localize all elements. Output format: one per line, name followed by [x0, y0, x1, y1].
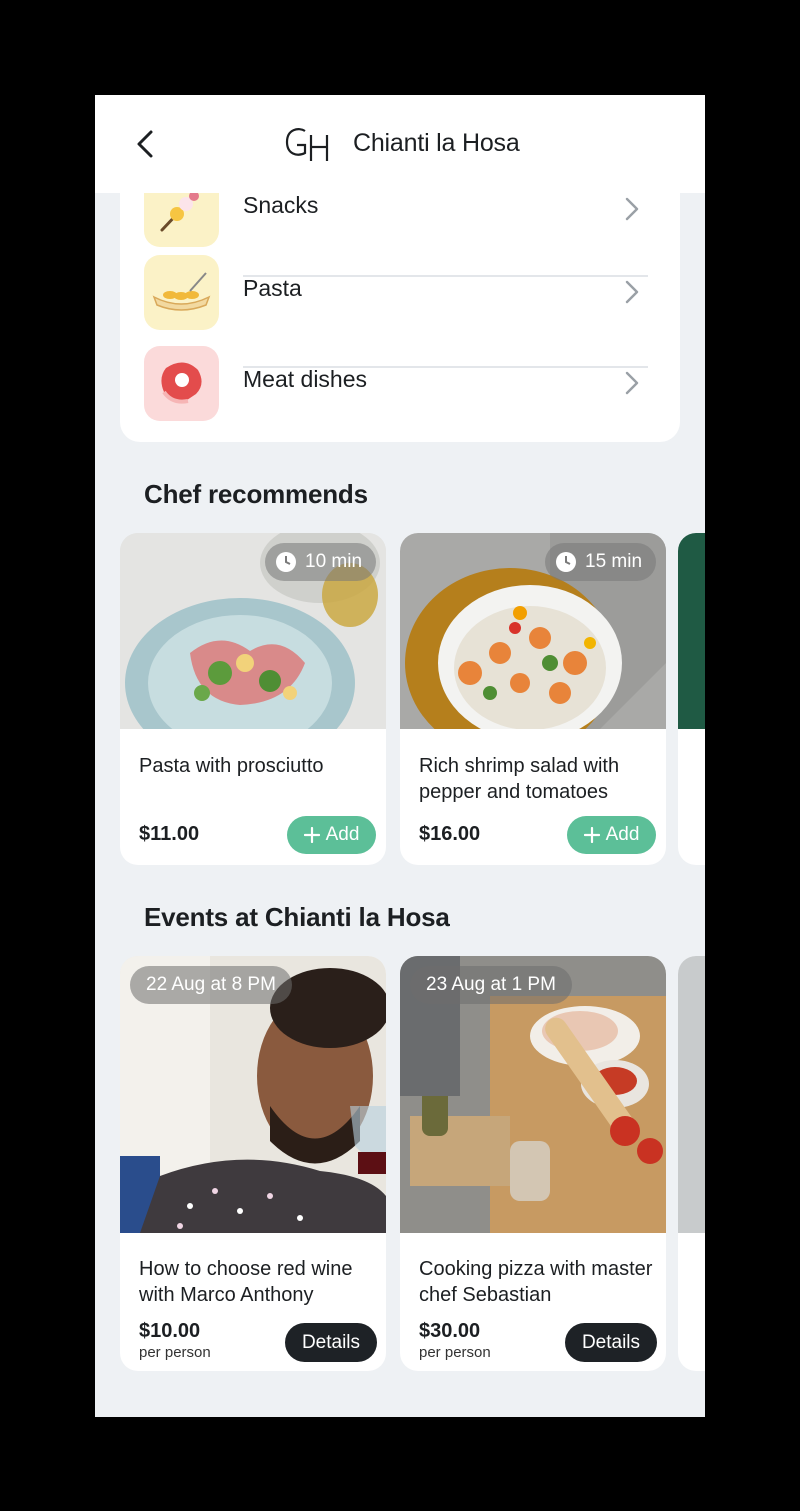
chef-recommends-heading: Chef recommends: [144, 479, 368, 509]
clock-icon: [556, 552, 576, 572]
dish-card[interactable]: 10 min Pasta with prosciutto $11.00 Add: [120, 533, 386, 865]
events-heading: Events at Chianti la Hosa: [144, 902, 450, 932]
category-label: Pasta: [243, 275, 302, 301]
prep-time: 10 min: [305, 551, 363, 572]
chevron-left-icon: [137, 130, 153, 158]
price-unit: per person: [139, 1344, 211, 1361]
prep-time-badge: 10 min: [265, 543, 377, 581]
app-screen: Chianti la Hosa Snacks Pasta Meat dishes…: [95, 95, 705, 1417]
dish-photo: [678, 533, 705, 729]
steak-icon: [144, 346, 219, 421]
event-date-badge: 23 Aug at 1 PM: [410, 966, 572, 1004]
event-price: $30.00: [419, 1320, 481, 1342]
top-bar: Chianti la Hosa: [95, 95, 705, 193]
back-button[interactable]: [131, 125, 161, 163]
add-label: Add: [325, 824, 360, 845]
event-card[interactable]: 23 Aug at 1 PM Cooking pizza with master…: [400, 956, 666, 1371]
category-item-pasta[interactable]: Pasta: [120, 247, 680, 338]
event-card-partial[interactable]: [678, 956, 705, 1371]
chevron-right-icon: [625, 280, 639, 304]
event-name: How to choose red wine with Marco Anthon…: [139, 1258, 353, 1306]
restaurant-name: Chianti la Hosa: [353, 129, 520, 157]
dish-name: Pasta with prosciutto: [139, 755, 324, 777]
prep-time-badge: 15 min: [545, 543, 657, 581]
pasta-dish-icon: [144, 255, 219, 330]
event-price: $10.00: [139, 1320, 201, 1342]
dish-price: $16.00: [419, 823, 481, 845]
dish-name: Rich shrimp salad with pepper and tomato…: [419, 755, 620, 803]
details-button[interactable]: Details: [285, 1323, 377, 1362]
chevron-right-icon: [625, 197, 639, 221]
event-date-badge: 22 Aug at 8 PM: [130, 966, 292, 1004]
dish-card-partial[interactable]: [678, 533, 705, 865]
chevron-right-icon: [625, 371, 639, 395]
event-name: Cooking pizza with master chef Sebastian: [419, 1258, 653, 1306]
event-card[interactable]: 22 Aug at 8 PM How to choose red wine wi…: [120, 956, 386, 1371]
add-label: Add: [605, 824, 640, 845]
category-label: Snacks: [243, 192, 319, 218]
clock-icon: [276, 552, 296, 572]
plus-icon: [303, 827, 320, 843]
category-item-meat-dishes[interactable]: Meat dishes: [120, 338, 680, 429]
add-to-cart-button[interactable]: Add: [567, 816, 656, 854]
restaurant-logo: [285, 128, 329, 161]
add-to-cart-button[interactable]: Add: [287, 816, 376, 854]
category-label: Meat dishes: [243, 366, 368, 392]
dish-card[interactable]: 15 min Rich shrimp salad with pepper and…: [400, 533, 666, 865]
event-photo: [678, 956, 705, 1233]
price-unit: per person: [419, 1344, 491, 1361]
plus-icon: [583, 827, 600, 843]
details-button[interactable]: Details: [565, 1323, 657, 1362]
prep-time: 15 min: [585, 551, 643, 572]
dish-price: $11.00: [139, 823, 200, 845]
